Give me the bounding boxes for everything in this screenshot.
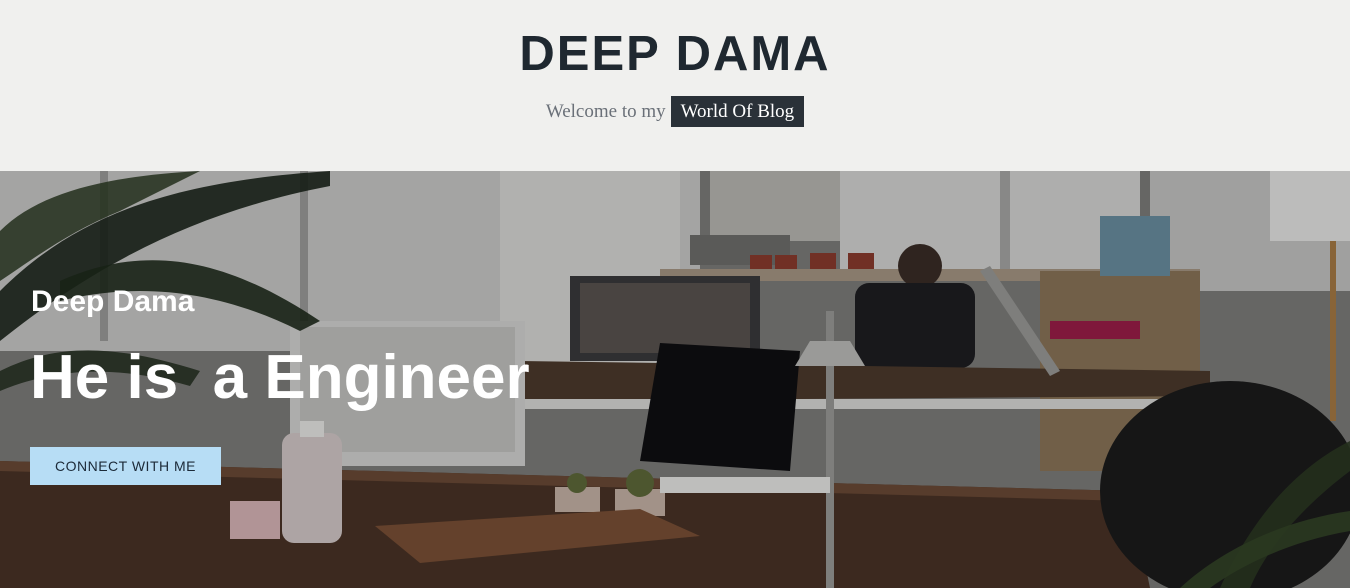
connect-with-me-button[interactable]: CONNECT WITH ME — [30, 447, 221, 485]
hero-heading: He is a Engineer — [30, 343, 530, 412]
tagline-highlight-badge: World Of Blog — [670, 96, 805, 127]
site-title[interactable]: DEEP DAMA — [0, 24, 1350, 84]
hero-subtitle: Deep Dama — [31, 285, 195, 318]
site-tagline: Welcome to my World Of Blog — [0, 96, 1350, 127]
tagline-prefix: Welcome to my — [545, 101, 666, 122]
hero-banner: Deep Dama He is a Engineer CONNECT WITH … — [0, 171, 1350, 588]
site-header: DEEP DAMA Welcome to my World Of Blog — [0, 0, 1350, 171]
